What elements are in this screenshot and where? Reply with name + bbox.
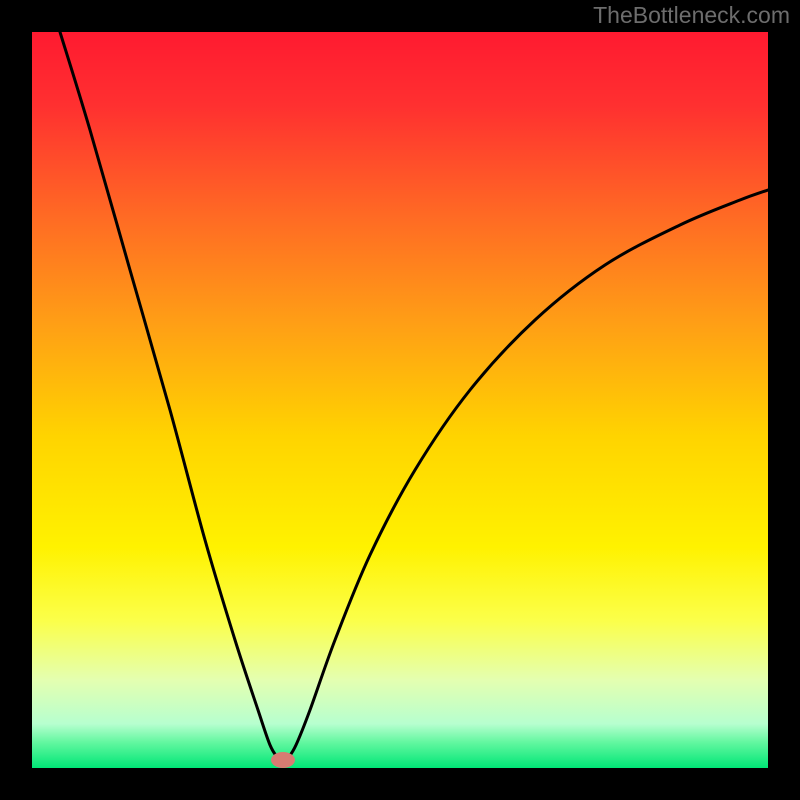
watermark-text: TheBottleneck.com [593, 2, 790, 29]
optimal-marker [271, 752, 295, 768]
bottleneck-chart [0, 0, 800, 800]
gradient-background [32, 32, 768, 768]
chart-frame: TheBottleneck.com [0, 0, 800, 800]
